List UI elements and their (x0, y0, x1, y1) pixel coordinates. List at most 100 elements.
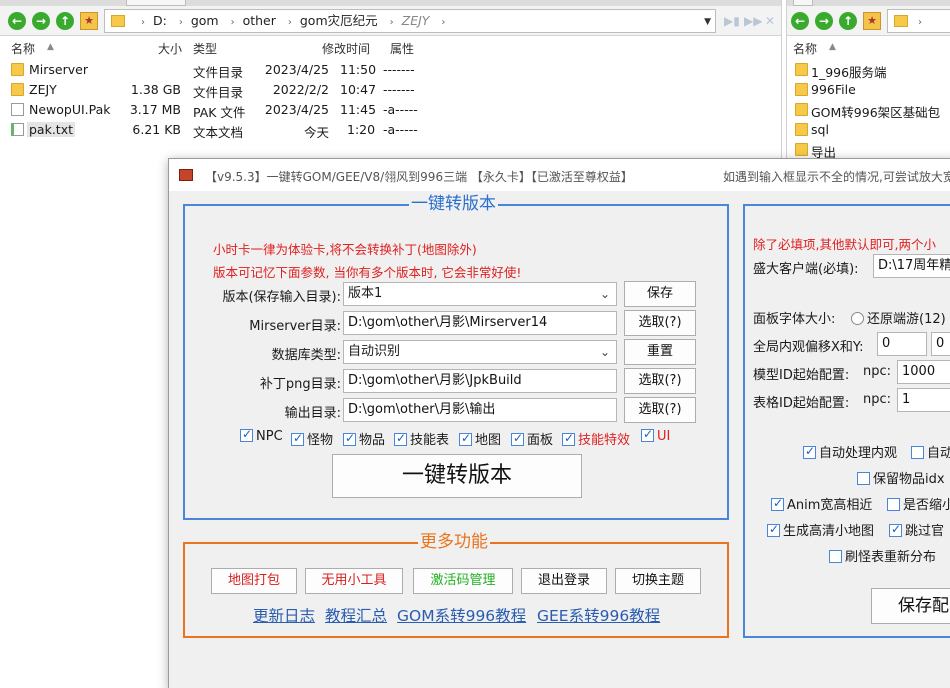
save-button[interactable]: 保存 (624, 281, 696, 307)
offset-label: 全局内观偏移X和Y: (753, 340, 864, 355)
checkbox-item[interactable]: 物品 (343, 429, 385, 448)
file-row[interactable]: Mirserver 文件目录 2023/4/25 11:50 ------- (0, 60, 781, 80)
checkbox-npc[interactable]: NPC (240, 427, 283, 447)
offset-y-input[interactable]: 0 (931, 332, 950, 356)
play-icon[interactable]: ▶▮ (724, 14, 740, 28)
checkbox-icon (562, 431, 575, 446)
map-pack-button[interactable]: 地图打包 (211, 568, 297, 594)
column-name[interactable]: 名称 (793, 40, 817, 57)
pick-patch-button[interactable]: 选取(?) (624, 368, 696, 394)
file-name: Mirserver (29, 62, 88, 77)
chevron-down-icon[interactable]: ▼ (704, 17, 711, 27)
column-size[interactable]: 大小 (158, 40, 182, 57)
pick-output-button[interactable]: 选取(?) (624, 397, 696, 423)
database-type-select[interactable]: 自动识别 ⌄ (343, 340, 617, 364)
dialog-title: 【v9.5.3】一键转GOM/GEE/V8/翎风到996三端 【永久卡】【已激活… (205, 170, 633, 184)
breadcrumb-item[interactable]: ZEJY (402, 13, 430, 28)
checkbox-shrink[interactable]: 是否缩小 (887, 494, 950, 513)
favorites-icon[interactable]: ★ (863, 12, 881, 30)
close-icon[interactable]: ✕ (765, 14, 775, 28)
table-id-input[interactable]: 1 (897, 388, 950, 412)
file-row[interactable]: pak.txt 6.21 KB 文本文档 今天 1:20 -a----- (0, 120, 781, 140)
checkbox-hd-minimap[interactable]: 生成高清小地图 (767, 520, 874, 539)
file-attributes: -a----- (383, 122, 418, 137)
back-icon[interactable]: ← (8, 12, 26, 30)
breadcrumb-item[interactable]: other (243, 13, 276, 28)
file-row[interactable]: sql (787, 120, 950, 140)
client-input[interactable]: D:\17周年精 (873, 254, 950, 278)
checkbox-auto-inner[interactable]: 自动处理内观 (803, 442, 897, 461)
file-row[interactable]: 996File (787, 80, 950, 100)
checkbox-map[interactable]: 地图 (459, 429, 501, 448)
breadcrumb-item[interactable]: D: (153, 13, 167, 28)
file-row[interactable]: NewopUI.Pak 3.17 MB PAK 文件 2023/4/25 11:… (0, 100, 781, 120)
checkbox-skill-table[interactable]: 技能表 (394, 429, 449, 448)
checkbox-auto[interactable]: 自动 (911, 442, 950, 461)
gom-tutorial-link[interactable]: GOM系转996教程 (397, 604, 526, 626)
favorites-icon[interactable]: ★ (80, 12, 98, 30)
checkbox-skip-official[interactable]: 跳过官 (889, 520, 945, 539)
database-type-value: 自动识别 (348, 344, 401, 359)
output-input[interactable]: D:\gom\other\月影\输出 (343, 398, 617, 422)
checkbox-ui[interactable]: UI (641, 427, 671, 447)
model-id-label: 模型ID起始配置: (753, 368, 850, 383)
file-name: 996File (811, 82, 856, 97)
logout-button[interactable]: 退出登录 (521, 568, 607, 594)
notice-text: 小时卡一律为体验卡,将不会转换补丁(地图除外) (213, 242, 477, 257)
changelog-link[interactable]: 更新日志 (253, 604, 315, 626)
address-bar[interactable]: › D: › gom › other › gom灾厄纪元 › ZEJY › ▼ (104, 9, 716, 33)
column-modified[interactable]: 修改时间 (322, 40, 370, 57)
column-name[interactable]: 名称 (11, 40, 35, 57)
file-row[interactable]: 导出 (787, 140, 950, 160)
file-name: NewopUI.Pak (29, 102, 111, 117)
checkbox-icon (829, 550, 842, 563)
file-row[interactable]: GOM转996架区基础包 (787, 100, 950, 120)
checkbox-monster[interactable]: 怪物 (291, 429, 333, 448)
file-type: 文件目录 (193, 85, 244, 100)
back-icon[interactable]: ← (791, 12, 809, 30)
file-type: 文本文档 (193, 125, 244, 140)
dialog-title-bar[interactable]: 【v9.5.3】一键转GOM/GEE/V8/翎风到996三端 【永久卡】【已激活… (169, 159, 950, 191)
convert-version-button[interactable]: 一键转版本 (332, 454, 582, 498)
up-icon[interactable]: ↑ (56, 12, 74, 30)
version-select[interactable]: 版本1 ⌄ (343, 282, 617, 306)
font-size-label: 面板字体大小: (753, 312, 836, 327)
file-time: 11:45 (340, 102, 377, 117)
checkbox-skill-effects[interactable]: 技能特效 (562, 429, 630, 448)
reset-button[interactable]: 重置 (624, 339, 696, 365)
file-row[interactable]: 1_996服务端 (787, 60, 950, 80)
up-icon[interactable]: ↑ (839, 12, 857, 30)
patch-png-input[interactable]: D:\gom\other\月影\JpkBuild (343, 369, 617, 393)
breadcrumb-item[interactable]: gom (191, 13, 219, 28)
checkbox-keep-item-idx[interactable]: 保留物品idx (857, 468, 945, 487)
font-size-radio[interactable]: 还原端游(12) (851, 308, 946, 327)
checkbox-label: 跳过官 (905, 524, 945, 539)
forward-icon[interactable]: → (32, 12, 50, 30)
checkbox-icon (394, 431, 407, 446)
offset-x-input[interactable]: 0 (877, 332, 927, 356)
folder-icon (795, 103, 808, 116)
column-attributes[interactable]: 属性 (390, 40, 414, 57)
column-type[interactable]: 类型 (193, 40, 217, 57)
gee-tutorial-link[interactable]: GEE系转996教程 (537, 604, 660, 626)
activation-code-button[interactable]: 激活码管理 (413, 568, 513, 594)
pick-mirserver-button[interactable]: 选取(?) (624, 310, 696, 336)
next-icon[interactable]: ▶▶ (744, 14, 762, 28)
file-row[interactable]: ZEJY 1.38 GB 文件目录 2022/2/2 10:47 ------- (0, 80, 781, 100)
breadcrumb-item[interactable]: gom灾厄纪元 (300, 13, 378, 28)
small-tools-button[interactable]: 无用小工具 (305, 568, 403, 594)
file-attributes: -a----- (383, 102, 418, 117)
checkbox-respawn-redistribute[interactable]: 刷怪表重新分布 (829, 546, 936, 565)
tutorials-link[interactable]: 教程汇总 (325, 604, 387, 626)
checkbox-panel[interactable]: 面板 (511, 429, 553, 448)
more-functions-group: 更多功能 地图打包 无用小工具 激活码管理 退出登录 切换主题 更新日志 教程汇… (183, 531, 729, 638)
checkbox-label: UI (657, 429, 671, 444)
breadcrumb: › (918, 17, 922, 28)
forward-icon[interactable]: → (815, 12, 833, 30)
save-config-button[interactable]: 保存配 (871, 588, 950, 624)
mirserver-input[interactable]: D:\gom\other\月影\Mirserver14 (343, 311, 617, 335)
address-bar[interactable]: › (887, 9, 950, 33)
model-id-input[interactable]: 1000 (897, 360, 950, 384)
checkbox-anim-size[interactable]: Anim宽高相近 (771, 494, 872, 513)
switch-theme-button[interactable]: 切换主题 (615, 568, 701, 594)
